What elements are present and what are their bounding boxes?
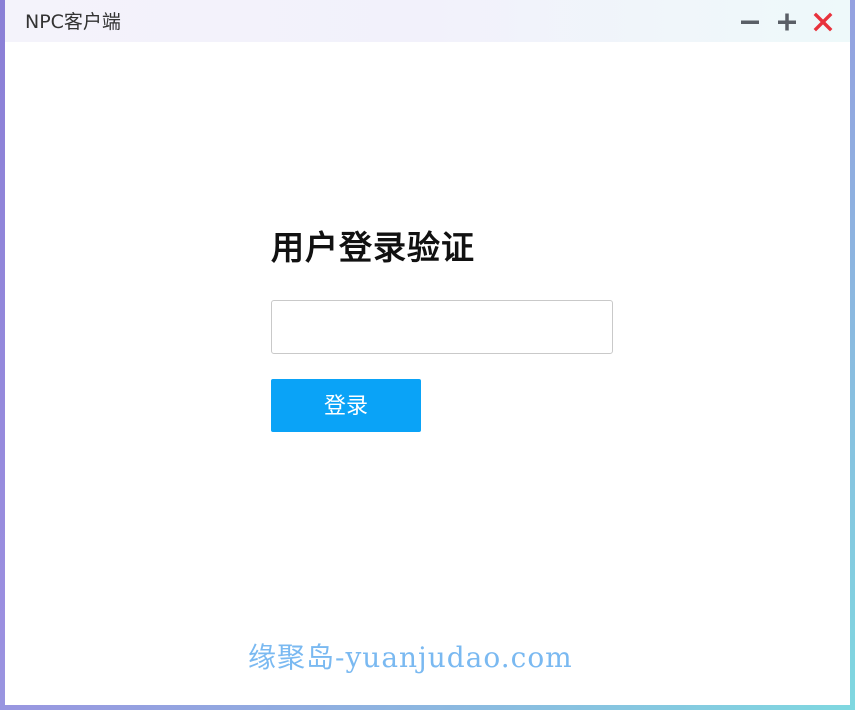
verification-input[interactable] bbox=[271, 300, 613, 354]
minimize-button[interactable] bbox=[740, 12, 760, 32]
main-content: 用户登录验证 登录 bbox=[5, 42, 850, 705]
plus-icon bbox=[778, 13, 796, 31]
minus-icon bbox=[741, 20, 759, 24]
login-button[interactable]: 登录 bbox=[271, 379, 421, 432]
close-icon bbox=[813, 12, 833, 32]
close-button[interactable] bbox=[813, 12, 833, 32]
app-window: NPC客户端 用户登录验证 登录 缘聚岛-yuanjudao.com bbox=[0, 0, 855, 710]
maximize-button[interactable] bbox=[777, 12, 797, 32]
page-title: 用户登录验证 bbox=[271, 228, 475, 267]
title-bar[interactable]: NPC客户端 bbox=[5, 0, 850, 42]
watermark-text: 缘聚岛-yuanjudao.com bbox=[248, 641, 573, 674]
window-title: NPC客户端 bbox=[25, 11, 121, 33]
